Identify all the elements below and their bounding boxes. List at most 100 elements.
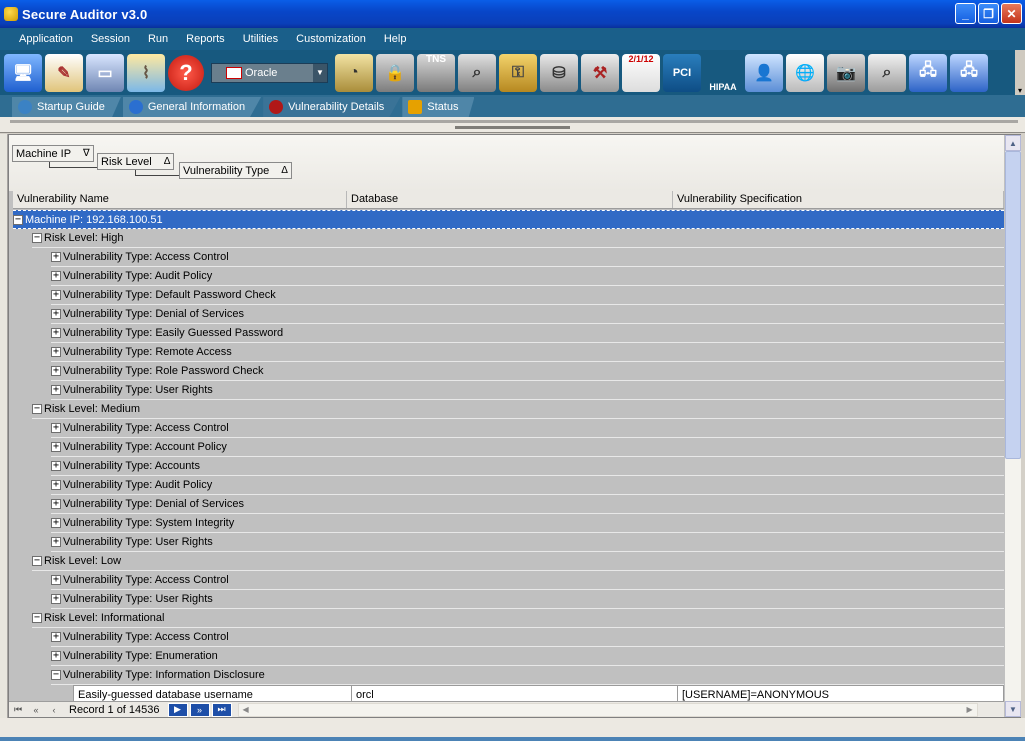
expand-icon[interactable]: + (51, 651, 61, 661)
group-row-vulnerability-type[interactable]: + Vulnerability Type: Audit Policy (51, 267, 1004, 286)
menu-utilities[interactable]: Utilities (234, 33, 287, 45)
menu-reports[interactable]: Reports (177, 33, 234, 45)
cameras-icon[interactable]: 📷 (827, 53, 865, 92)
tab-status[interactable]: Status (402, 97, 475, 117)
collapse-icon[interactable]: − (32, 404, 42, 414)
vertical-scrollbar[interactable]: ▲ ▼ (1005, 135, 1021, 717)
group-chip-risk-level[interactable]: Risk Level Δ (97, 153, 175, 170)
tns-lock-icon[interactable]: TNS (417, 53, 455, 92)
scroll-up-icon[interactable]: ▲ (1005, 135, 1021, 151)
chevron-down-icon[interactable]: ▼ (313, 63, 327, 82)
expand-icon[interactable]: + (51, 461, 61, 471)
group-row-risk-level[interactable]: − Risk Level: High (32, 229, 1004, 248)
scroll-right-icon[interactable]: ▶ (963, 704, 977, 716)
menu-run[interactable]: Run (139, 33, 177, 45)
hipaa-icon[interactable]: HIPAA (704, 54, 742, 92)
splitter-grip[interactable] (455, 126, 570, 129)
broom-icon[interactable]: ⌇ (127, 53, 165, 92)
expand-icon[interactable]: + (51, 366, 61, 376)
group-row-risk-level[interactable]: − Risk Level: Low (32, 552, 1004, 571)
group-row-vulnerability-type[interactable]: + Vulnerability Type: Remote Access (51, 343, 1004, 362)
group-row-risk-level[interactable]: − Risk Level: Informational (32, 609, 1004, 628)
notes-icon[interactable]: ✎ (45, 53, 83, 92)
previous-record-icon[interactable]: ‹ (45, 703, 63, 717)
horizontal-scrollbar[interactable]: ◀ ▶ (237, 702, 978, 717)
collapse-icon[interactable]: − (32, 556, 42, 566)
group-chip-machine-ip[interactable]: Machine IP ∇ (12, 145, 94, 162)
column-header-vulnerability-name[interactable]: Vulnerability Name (13, 191, 347, 208)
expand-icon[interactable]: + (51, 480, 61, 490)
scroll-thumb[interactable] (1005, 151, 1021, 459)
minimize-button[interactable]: _ (955, 3, 976, 24)
cell-database[interactable]: orcl (352, 685, 678, 701)
column-header-database[interactable]: Database (347, 191, 673, 208)
expand-icon[interactable]: + (51, 290, 61, 300)
group-row-vulnerability-type[interactable]: + Vulnerability Type: User Rights (51, 533, 1004, 552)
tower-search-icon[interactable]: ⌕ (868, 53, 906, 92)
group-row-vulnerability-type[interactable]: + Vulnerability Type: User Rights (51, 381, 1004, 400)
group-row-vulnerability-type[interactable]: + Vulnerability Type: Access Control (51, 628, 1004, 647)
group-row-vulnerability-type[interactable]: + Vulnerability Type: Access Control (51, 571, 1004, 590)
tab-startup-guide[interactable]: Startup Guide (12, 97, 121, 117)
group-row-vulnerability-type[interactable]: + Vulnerability Type: Denial of Services (51, 305, 1004, 324)
key-search-icon[interactable]: ⚿ (499, 53, 537, 92)
group-row-vulnerability-type[interactable]: + Vulnerability Type: Enumeration (51, 647, 1004, 666)
tns-lock-search-icon[interactable]: ⌕ (458, 53, 496, 92)
collapse-icon[interactable]: − (51, 670, 61, 680)
database-search-icon[interactable]: ⛁ (540, 53, 578, 92)
network-pc-icon[interactable]: 🖧 (909, 53, 947, 92)
group-row-vulnerability-type[interactable]: + Vulnerability Type: Audit Policy (51, 476, 1004, 495)
column-header-vulnerability-specification[interactable]: Vulnerability Specification (673, 191, 1004, 208)
group-chip-vulnerability-type[interactable]: Vulnerability Type Δ (179, 162, 292, 179)
next-record-icon[interactable]: ▶ (167, 702, 188, 717)
expand-icon[interactable]: + (51, 537, 61, 547)
group-row-vulnerability-type[interactable]: + Vulnerability Type: Accounts (51, 457, 1004, 476)
scroll-down-icon[interactable]: ▼ (1005, 701, 1021, 717)
group-row-vulnerability-type[interactable]: + Vulnerability Type: User Rights (51, 590, 1004, 609)
expand-icon[interactable]: + (51, 328, 61, 338)
group-row-vulnerability-type[interactable]: + Vulnerability Type: Access Control (51, 419, 1004, 438)
expand-icon[interactable]: + (51, 385, 61, 395)
cell-vulnerability-specification[interactable]: [USERNAME]=ANONYMOUS (678, 686, 1003, 702)
group-row-vulnerability-type[interactable]: + Vulnerability Type: Easily Guessed Pass… (51, 324, 1004, 343)
user-network-icon[interactable]: 👤 (745, 53, 783, 92)
group-row-risk-level[interactable]: − Risk Level: Medium (32, 400, 1004, 419)
expand-icon[interactable]: + (51, 442, 61, 452)
calendar-icon[interactable]: 2/1/12 (622, 53, 660, 92)
menu-application[interactable]: Application (10, 33, 82, 45)
expand-icon[interactable]: + (51, 347, 61, 357)
next-page-icon[interactable]: » (189, 702, 210, 717)
group-row-vulnerability-type[interactable]: + Vulnerability Type: Access Control (51, 248, 1004, 267)
expand-icon[interactable]: + (51, 252, 61, 262)
expand-icon[interactable]: + (51, 423, 61, 433)
menu-help[interactable]: Help (375, 33, 416, 45)
close-button[interactable]: ✕ (1001, 3, 1022, 24)
group-row-machine[interactable]: − Machine IP: 192.168.100.51 (13, 210, 1004, 229)
expand-icon[interactable]: + (51, 632, 61, 642)
menu-customization[interactable]: Customization (287, 33, 375, 45)
group-row-vulnerability-type[interactable]: − Vulnerability Type: Information Disclos… (51, 666, 1004, 685)
collapse-icon[interactable]: − (32, 613, 42, 623)
tab-vulnerability-details[interactable]: Vulnerability Details (263, 97, 401, 117)
lock-icon[interactable]: 🔒 (376, 53, 414, 92)
expand-icon[interactable]: + (51, 499, 61, 509)
pci-icon[interactable]: PCI (663, 53, 701, 92)
monitor-icon[interactable]: ▭ (86, 53, 124, 92)
restore-button[interactable]: ❐ (978, 3, 999, 24)
network-globe-icon[interactable]: 🌐 (786, 53, 824, 92)
collapse-icon[interactable]: − (13, 214, 23, 225)
expand-icon[interactable]: + (51, 518, 61, 528)
previous-page-icon[interactable]: « (27, 703, 45, 717)
group-row-vulnerability-type[interactable]: + Vulnerability Type: Default Password Ch… (51, 286, 1004, 305)
database-hammer-icon[interactable]: ⚒ (581, 53, 619, 92)
group-row-vulnerability-type[interactable]: + Vulnerability Type: System Integrity (51, 514, 1004, 533)
cell-vulnerability-name[interactable]: Easily-guessed database username (74, 685, 352, 701)
scroll-left-icon[interactable]: ◀ (239, 704, 253, 716)
group-row-vulnerability-type[interactable]: + Vulnerability Type: Role Password Check (51, 362, 1004, 381)
help-icon[interactable]: ? (168, 54, 204, 91)
menu-session[interactable]: Session (82, 33, 139, 45)
expand-icon[interactable]: + (51, 309, 61, 319)
expand-icon[interactable]: + (51, 594, 61, 604)
collapse-icon[interactable]: − (32, 233, 42, 243)
group-row-vulnerability-type[interactable]: + Vulnerability Type: Account Policy (51, 438, 1004, 457)
